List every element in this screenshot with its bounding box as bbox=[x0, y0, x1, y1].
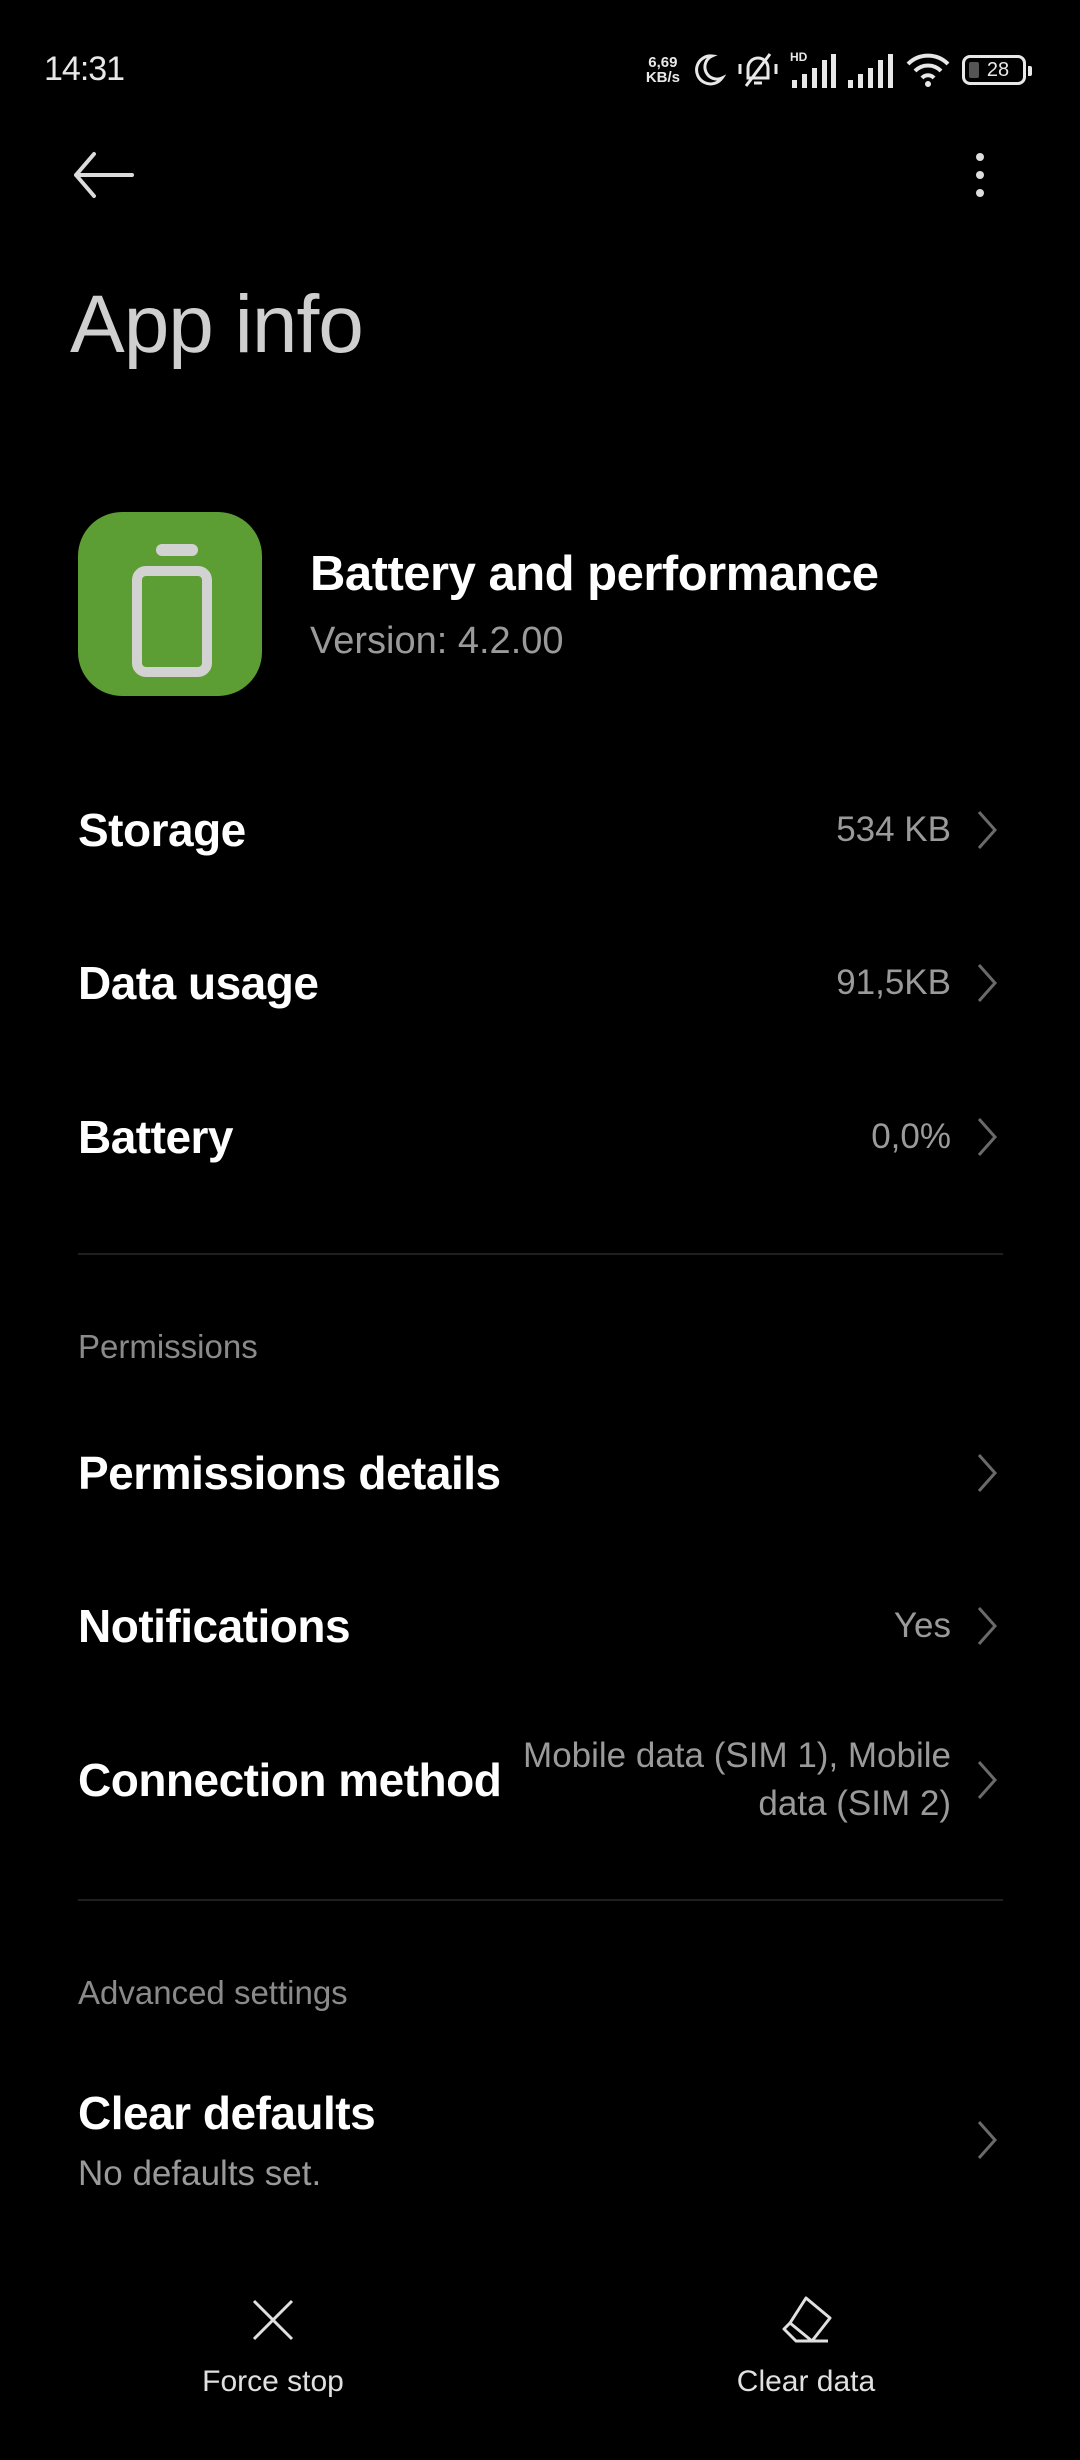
battery-icon: 28 bbox=[962, 55, 1032, 85]
row-label: Storage bbox=[78, 804, 246, 856]
bell-off-icon bbox=[738, 53, 778, 87]
clear-defaults-text: Clear defaults No defaults set. bbox=[78, 2086, 376, 2194]
back-button[interactable] bbox=[72, 145, 144, 205]
force-stop-label: Force stop bbox=[202, 2365, 344, 2398]
wifi-icon bbox=[906, 53, 950, 87]
more-dot bbox=[976, 171, 984, 179]
clear-defaults-row[interactable]: Clear defaults No defaults set. bbox=[78, 2080, 1003, 2200]
more-dot bbox=[976, 189, 984, 197]
battery-row[interactable]: Battery 0,0% bbox=[78, 1102, 1003, 1172]
row-subtitle: No defaults set. bbox=[78, 2154, 322, 2193]
row-label: Clear defaults bbox=[78, 2087, 376, 2139]
divider bbox=[78, 1899, 1003, 1901]
force-stop-button[interactable]: Force stop bbox=[143, 2295, 403, 2399]
chevron-right-icon bbox=[977, 1454, 998, 1492]
status-bar: 14:31 6,69 KB/s HD 28 bbox=[0, 0, 1080, 140]
row-value: Yes bbox=[893, 1606, 951, 1645]
status-time: 14:31 bbox=[44, 50, 125, 88]
page-title: App info bbox=[70, 279, 364, 370]
section-header-advanced: Advanced settings bbox=[78, 1974, 348, 2011]
eraser-icon bbox=[782, 2296, 832, 2343]
moon-icon bbox=[695, 54, 726, 86]
network-speed-value: 6,69 bbox=[648, 54, 678, 71]
close-icon bbox=[252, 2299, 294, 2341]
storage-row[interactable]: Storage 534 KB bbox=[78, 795, 1003, 865]
status-icons: 6,69 KB/s HD 28 bbox=[646, 48, 1032, 92]
app-text: Battery and performance Version: 4.2.00 bbox=[310, 546, 879, 663]
chevron-right-icon bbox=[977, 964, 998, 1002]
row-label: Data usage bbox=[78, 957, 319, 1009]
divider bbox=[78, 1253, 1003, 1255]
row-value: 0,0% bbox=[871, 1117, 951, 1156]
battery-app-icon bbox=[78, 512, 262, 696]
chevron-right-icon bbox=[977, 811, 998, 849]
network-speed: 6,69 KB/s bbox=[646, 55, 680, 85]
arrow-left-icon bbox=[74, 152, 134, 198]
signal-icon bbox=[848, 54, 893, 88]
chevron-right-icon bbox=[977, 1607, 998, 1645]
battery-body bbox=[132, 566, 212, 677]
bottom-action-bar: Force stop Clear data bbox=[0, 2295, 1080, 2425]
signal-hd-label: HD bbox=[790, 50, 808, 64]
battery-level: 28 bbox=[986, 58, 1010, 81]
row-value: 91,5KB bbox=[836, 963, 951, 1002]
row-value: 534 KB bbox=[836, 810, 951, 849]
chevron-right-icon bbox=[977, 2121, 998, 2159]
row-value: Mobile data (SIM 1), Mobile data (SIM 2) bbox=[523, 1736, 951, 1823]
notifications-row[interactable]: Notifications Yes bbox=[78, 1591, 1003, 1661]
clear-data-button[interactable]: Clear data bbox=[676, 2295, 936, 2399]
more-options-button[interactable] bbox=[960, 145, 1000, 205]
clear-data-label: Clear data bbox=[736, 2365, 876, 2398]
section-header-permissions: Permissions bbox=[78, 1328, 258, 1365]
row-label: Battery bbox=[78, 1111, 234, 1163]
row-label: Permissions details bbox=[78, 1447, 501, 1499]
permissions-details-row[interactable]: Permissions details bbox=[78, 1438, 1003, 1508]
row-label: Notifications bbox=[78, 1600, 351, 1652]
more-vertical-icon bbox=[976, 153, 984, 161]
battery-cap bbox=[156, 544, 198, 556]
signal-hd-icon: HD bbox=[790, 50, 836, 88]
app-header: Battery and performance Version: 4.2.00 bbox=[78, 512, 879, 696]
app-version: Version: 4.2.00 bbox=[310, 619, 564, 662]
connection-method-row[interactable]: Connection method Mobile data (SIM 1), M… bbox=[78, 1725, 1003, 1835]
row-label: Connection method bbox=[78, 1754, 502, 1806]
chevron-right-icon bbox=[977, 1761, 998, 1799]
chevron-right-icon bbox=[977, 1118, 998, 1156]
network-speed-unit: KB/s bbox=[645, 69, 680, 86]
app-name: Battery and performance bbox=[310, 546, 879, 601]
data-usage-row[interactable]: Data usage 91,5KB bbox=[78, 948, 1003, 1018]
